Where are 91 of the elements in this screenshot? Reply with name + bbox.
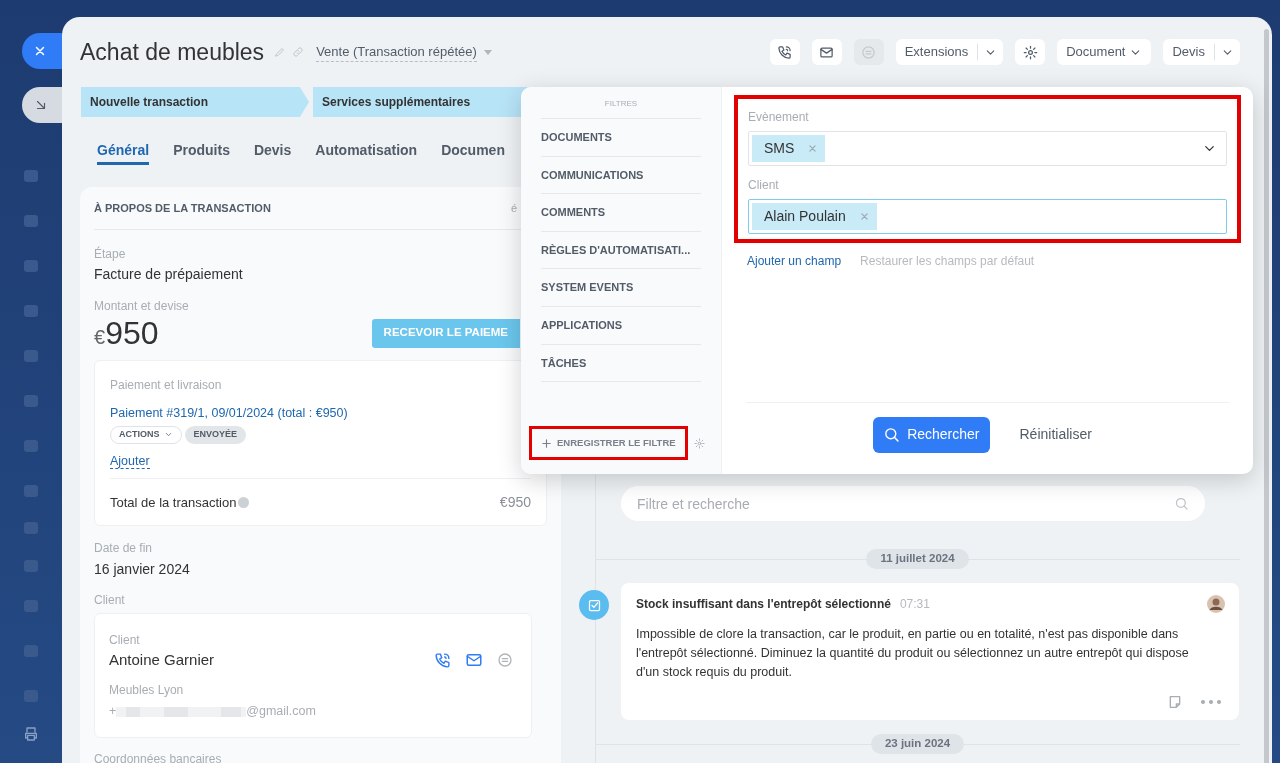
link-icon (292, 46, 305, 58)
deal-title: Achat de meubles (80, 37, 265, 67)
mail-icon (819, 44, 835, 60)
filter-preset[interactable]: APPLICATIONS (541, 305, 701, 344)
tab[interactable]: Général (97, 139, 150, 165)
select-field[interactable]: SMS (748, 131, 1227, 166)
pencil-icon (274, 46, 287, 58)
phone-icon (434, 651, 451, 669)
sidebar-icon-button[interactable] (22, 87, 62, 123)
phone-icon (777, 44, 793, 60)
sidebar-icon[interactable] (24, 440, 38, 452)
sidebar-icon[interactable] (24, 170, 38, 182)
date-pill: 23 juin 2024 (870, 734, 965, 754)
field-label: Meubles Lyon (109, 682, 185, 700)
tag-chip[interactable]: SMS (752, 135, 826, 162)
add-field-link[interactable]: Ajouter un champ (747, 252, 842, 270)
sidebar-icon[interactable] (24, 485, 38, 497)
amount: €950 (94, 314, 159, 353)
mail-icon (465, 651, 483, 669)
field-label: Coordonnées bancaires (94, 751, 223, 763)
tab[interactable]: Automatisation (315, 139, 418, 165)
field-value: Facture de prépaiement (94, 265, 244, 284)
field-label: Client (109, 631, 141, 649)
filter-preset[interactable]: SYSTEM EVENTS (541, 268, 701, 306)
dropdown-button[interactable]: Document (1057, 39, 1152, 65)
reset-button[interactable]: Réinitialiser (1009, 416, 1102, 453)
avatar-icon (1207, 595, 1225, 613)
field-value: 16 janvier 2024 (94, 559, 191, 579)
phone-button[interactable] (769, 39, 800, 65)
field-label: Client (748, 177, 780, 194)
field-label: Client (94, 591, 126, 609)
settings-icon (1022, 44, 1038, 60)
close-icon (33, 44, 47, 58)
tab[interactable]: Produits (173, 139, 230, 165)
filter-heading: FILTRES (603, 98, 639, 110)
filter-preset[interactable]: DOCUMENTS (541, 118, 701, 156)
search-icon (1174, 496, 1189, 511)
mail-button[interactable] (811, 39, 842, 65)
search-button[interactable]: Rechercher (873, 416, 990, 453)
sidebar-icon[interactable] (24, 305, 38, 317)
activity-title: Stock insuffisant dans l'entrepôt sélectionné (636, 596, 891, 613)
activity-time: 07:31 (899, 596, 930, 613)
search-field[interactable]: Filtre et recherche (621, 486, 1205, 521)
field-label: Montant et devise (94, 298, 190, 315)
checkbox-icon (586, 597, 602, 613)
arrow-icon (34, 98, 48, 112)
plus-icon (541, 437, 552, 449)
stage-step[interactable]: Nouvelle transaction (81, 87, 309, 117)
settings-button[interactable] (1015, 39, 1046, 65)
section-title: À PROPOS DE LA TRANSACTION (94, 200, 271, 216)
chat-icon (861, 44, 877, 60)
filter-preset[interactable]: RÈGLES D'AUTOMATISATI... (541, 230, 701, 269)
chat-icon (497, 652, 513, 668)
sidebar-icon[interactable] (24, 260, 38, 272)
remove-icon (859, 212, 869, 221)
split-button[interactable]: Extensions (895, 39, 1004, 65)
tab[interactable]: Devis (253, 139, 292, 165)
deal-type-dropdown[interactable]: Vente (Transaction répétée) (316, 41, 492, 63)
activity-text: Impossible de clore la transaction, car le produit, en partie ou en totalité, n'est pas disponible dans l'entrepôt sélectionné. Diminuez la quantité du produit ou sélectionnez un autre entrepôt qui dispose d'un stock requis du produit. (636, 626, 1190, 681)
filter-preset[interactable]: COMMENTS (541, 193, 701, 231)
sidebar-icon[interactable] (24, 215, 38, 227)
sidebar-icon[interactable] (24, 350, 38, 362)
sidebar-icon[interactable] (24, 395, 38, 407)
tag-chip[interactable]: Alain Poulain (752, 203, 877, 230)
field-label: Evènement (748, 109, 810, 126)
filter-preset[interactable]: TÂCHES (541, 343, 701, 382)
tab[interactable]: Documen (441, 139, 505, 165)
tag-input-field[interactable]: Alain Poulain (748, 199, 1227, 234)
caret-icon (483, 49, 492, 55)
field-label: Paiement et livraison (110, 377, 223, 394)
status-badge: ENVOYÉE (184, 425, 246, 444)
add-link[interactable]: Ajouter (110, 453, 150, 469)
help-icon[interactable] (238, 496, 250, 508)
note-icon (1167, 694, 1183, 710)
client-name[interactable]: Antoine Garnier (109, 648, 215, 672)
more-icon[interactable] (1201, 700, 1221, 704)
search-icon (883, 426, 901, 443)
settings-icon (693, 437, 705, 449)
split-button[interactable]: Devis (1163, 39, 1240, 65)
remove-icon (808, 144, 818, 153)
email-suffix: @gmail.com (246, 703, 316, 721)
save-filter-button[interactable]: ENREGISTRER LE FILTRE (529, 426, 688, 460)
date-pill: 11 juillet 2024 (866, 549, 969, 569)
field-label: Date de fin (94, 539, 154, 557)
phone-prefix: + (109, 703, 117, 721)
total-value: €950 (499, 492, 531, 512)
printer-icon (23, 726, 39, 742)
filter-preset[interactable]: COMMUNICATIONS (541, 155, 701, 194)
total-label: Total de la transaction (110, 493, 237, 512)
sidebar-icon[interactable] (24, 560, 38, 572)
sidebar-icon[interactable] (24, 522, 38, 534)
